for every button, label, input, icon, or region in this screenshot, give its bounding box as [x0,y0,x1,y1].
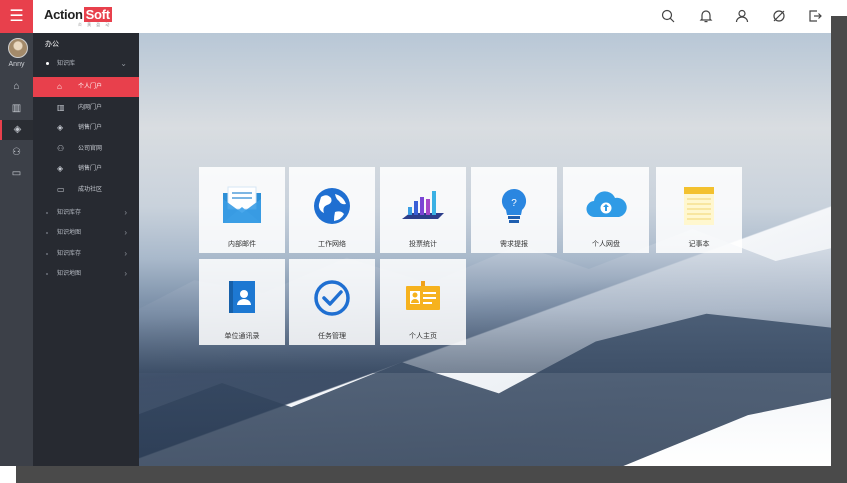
id-card-icon [406,281,440,310]
chevron-right-icon: › [124,269,127,278]
window-shadow-bottom [16,466,847,483]
sidebar-item-intranet-portal[interactable]: ▥ 内网门户 [33,98,139,118]
hamburger-icon[interactable]: ☰ [0,0,33,33]
tile-task-management[interactable]: 任务管理 [289,259,375,345]
svg-text:?: ? [511,198,517,209]
chevron-down-icon: ⌄ [120,59,127,68]
tile-personal-homepage[interactable]: 个人主页 [380,259,466,345]
sidebar-item-sales-portal[interactable]: ◈ 销售门户 [33,118,139,138]
notepad-icon [684,187,714,225]
sidebar-item-sales-portal-2[interactable]: ◈ 销售门户 [33,159,139,179]
contacts-icon [229,281,255,313]
cloud-upload-icon [586,191,627,218]
sidebar-item-label: 成功社区 [78,187,103,193]
bullet-icon [46,273,48,275]
tile-contacts[interactable]: 单位通讯录 [199,259,285,345]
graduation-cap-icon[interactable]: ◈ [0,120,33,140]
search-icon[interactable] [660,9,676,25]
tile-requirement-submit[interactable]: ? 需求提报 [471,167,557,253]
app-window: 内部邮件 工作网络 投票统计 ? 需求提报 个人网盘 记事本 单位通讯录 任务管… [0,0,831,466]
sidebar-title: 办公 [45,41,59,48]
sidebar-item-label: 销售门户 [78,166,103,172]
sidebar-group-knowledge-store-2[interactable]: 知识库存 › [33,245,139,263]
chevron-right-icon: › [124,228,127,237]
users-icon: ⚇ [57,144,65,153]
avatar[interactable] [8,38,28,58]
group-label: 知识库存 [57,251,82,257]
chevron-right-icon: › [124,208,127,217]
window-shadow-right [831,16,847,483]
graduation-cap-icon: ◈ [57,164,64,173]
sidebar-group-knowledge-map[interactable]: 知识地图 › [33,224,139,242]
user-icon[interactable] [734,9,750,25]
tile-label: 个人网盘 [592,241,620,248]
globe-icon [314,188,350,224]
sidebar-item-success-community[interactable]: ▭ 成功社区 [33,180,139,200]
sidebar: 办公 知识库 ⌄ ⌂ 个人门户 ▥ 内网门户 ◈ 销售门户 ⚇ 公司官网 ◈ 销… [33,33,139,466]
tile-work-network[interactable]: 工作网络 [289,167,375,253]
group-label: 知识地图 [57,271,82,277]
tile-label: 单位通讯录 [224,333,260,340]
bell-icon[interactable] [698,9,714,25]
bullet-icon [46,212,48,214]
chevron-right-icon: › [124,249,127,258]
tile-label: 个人主页 [409,333,437,340]
icon-rail: ☰ Anny ⌂ ▥ ◈ ⚇ ▭ [0,0,33,466]
graduation-cap-icon: ◈ [57,123,64,132]
group-label: 知识库存 [57,210,82,216]
theme-icon[interactable] [771,9,787,25]
building-icon[interactable]: ▥ [0,99,33,119]
tile-label: 内部邮件 [228,241,256,248]
tile-label: 需求提报 [500,241,528,248]
logo-subtitle: 炎 黄 盈 动 [78,22,112,27]
user-name: Anny [8,61,25,68]
logout-icon[interactable] [807,9,823,25]
sidebar-item-label: 个人门户 [78,84,103,90]
sidebar-item-label: 公司官网 [78,146,103,152]
main-content: 内部邮件 工作网络 投票统计 ? 需求提报 个人网盘 记事本 单位通讯录 任务管… [139,33,831,466]
sidebar-item-label: 销售门户 [78,125,103,131]
mail-icon [223,186,261,223]
sidebar-group-knowledge-store[interactable]: 知识库存 › [33,204,139,222]
tile-personal-drive[interactable]: 个人网盘 [563,167,649,253]
bullet-icon [46,62,49,65]
monitor-icon[interactable]: ▭ [0,164,33,184]
monitor-icon: ▭ [57,185,65,194]
sidebar-group-knowledge[interactable]: 知识库 ⌄ [33,55,139,73]
bullet-icon [46,253,48,255]
group-label: 知识库 [57,61,76,67]
tile-label: 工作网络 [318,241,346,248]
sidebar-item-label: 内网门户 [78,105,103,111]
tile-internal-mail[interactable]: 内部邮件 [199,167,285,253]
tile-label: 投票统计 [409,241,437,248]
tile-label: 记事本 [688,241,710,248]
bar-chart-icon [402,191,444,219]
logo-text: Action [44,7,83,22]
sidebar-item-company-site[interactable]: ⚇ 公司官网 [33,139,139,159]
building-icon: ▥ [57,103,65,112]
bullet-icon [46,232,48,234]
users-icon[interactable]: ⚇ [0,143,33,163]
sidebar-item-personal-portal[interactable]: ⌂ 个人门户 [33,77,139,97]
logo-box: Soft [83,7,112,22]
tile-vote-stats[interactable]: 投票统计 [380,167,466,253]
app-logo[interactable]: Action Soft 炎 黄 盈 动 [44,7,112,27]
home-icon: ⌂ [57,82,62,91]
tile-label: 任务管理 [318,333,346,340]
group-label: 知识地图 [57,230,82,236]
lightbulb-icon: ? [501,188,527,223]
top-header: Action Soft 炎 黄 盈 动 [33,0,831,33]
sidebar-group-knowledge-map-2[interactable]: 知识地图 › [33,265,139,283]
tile-notepad[interactable]: 记事本 [656,167,742,253]
check-circle-icon [314,280,350,316]
home-icon[interactable]: ⌂ [0,77,33,97]
